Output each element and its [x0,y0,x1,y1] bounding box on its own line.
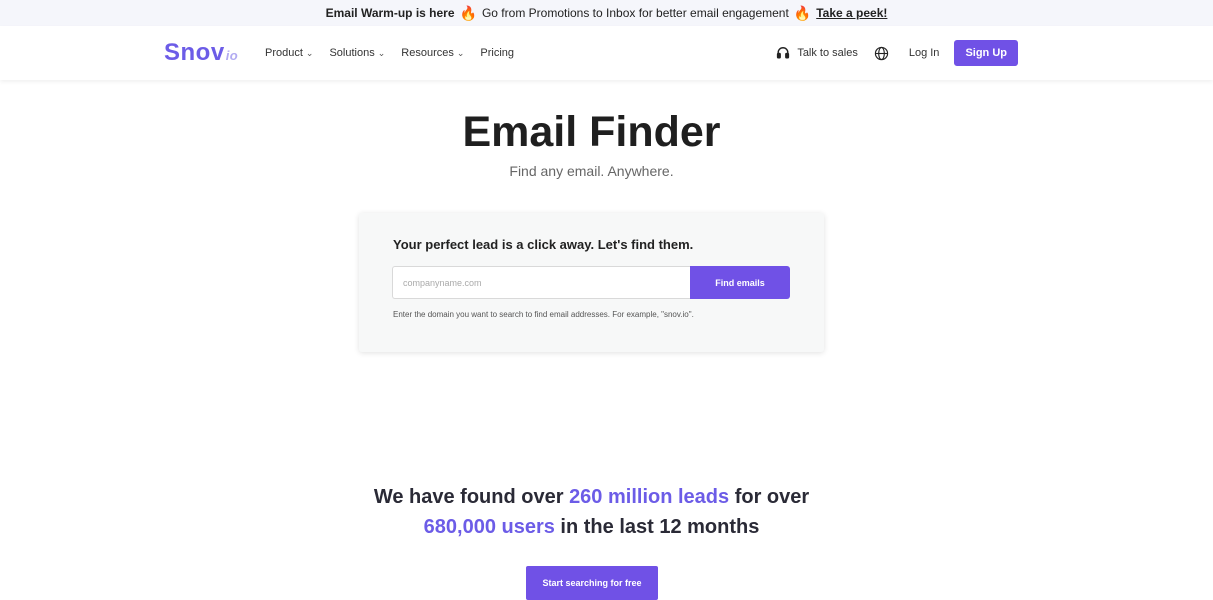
logo-suffix: io [225,48,239,63]
search-card: Your perfect lead is a click away. Let's… [359,213,824,352]
stats-text-part: in the last 12 months [554,516,760,538]
start-searching-button[interactable]: Start searching for free [526,566,658,600]
nav-item-resources[interactable]: Resources ⌄ [401,47,464,59]
chevron-down-icon: ⌄ [456,47,465,58]
signup-button[interactable]: Sign Up [954,40,1018,66]
stats-leads: 260 million leads [569,486,730,508]
stats-text-part: for over [729,486,810,508]
talk-to-sales-link[interactable]: Talk to sales [776,46,858,60]
login-link[interactable]: Log In [909,47,940,59]
nav-item-solutions[interactable]: Solutions ⌄ [329,47,385,59]
globe-icon[interactable] [874,46,889,61]
promo-link[interactable]: Take a peek! [816,6,887,20]
promo-message: Go from Promotions to Inbox for better e… [481,6,789,20]
domain-search-input[interactable] [392,266,690,299]
chevron-down-icon: ⌄ [377,47,386,58]
headset-icon [777,47,790,59]
stats-text-part: We have found over [373,486,570,508]
search-hint: Enter the domain you want to search to f… [393,310,694,319]
nav-item-label: Product [265,47,303,59]
search-card-title: Your perfect lead is a click away. Let's… [393,237,694,252]
find-emails-button[interactable]: Find emails [690,266,790,299]
logo[interactable]: Snovio [164,39,238,67]
chevron-down-icon: ⌄ [305,47,314,58]
page-title: Email Finder [462,108,721,156]
stats-text: We have found over 260 million leads for… [0,482,1183,542]
promo-bar: Email Warm-up is here 🔥 Go from Promotio… [0,0,1213,26]
nav-item-label: Pricing [480,47,515,59]
nav-menu: Product ⌄ Solutions ⌄ Resources ⌄ Pricin… [265,26,514,80]
logo-main: Snov [164,39,225,66]
fire-icon: 🔥 [459,4,477,21]
nav-actions: Talk to sales Log In Sign Up [776,26,1018,80]
promo-headline: Email Warm-up is here [325,6,455,20]
nav-item-pricing[interactable]: Pricing [480,47,514,59]
talk-to-sales-label: Talk to sales [797,47,858,59]
navbar: Snovio Product ⌄ Solutions ⌄ Resources ⌄… [0,26,1213,80]
nav-item-product[interactable]: Product ⌄ [265,47,313,59]
nav-item-label: Resources [401,47,454,59]
nav-item-label: Solutions [329,47,375,59]
fire-icon: 🔥 [793,4,812,21]
stats-users: 680,000 users [423,516,555,538]
page-subtitle: Find any email. Anywhere. [509,163,674,179]
